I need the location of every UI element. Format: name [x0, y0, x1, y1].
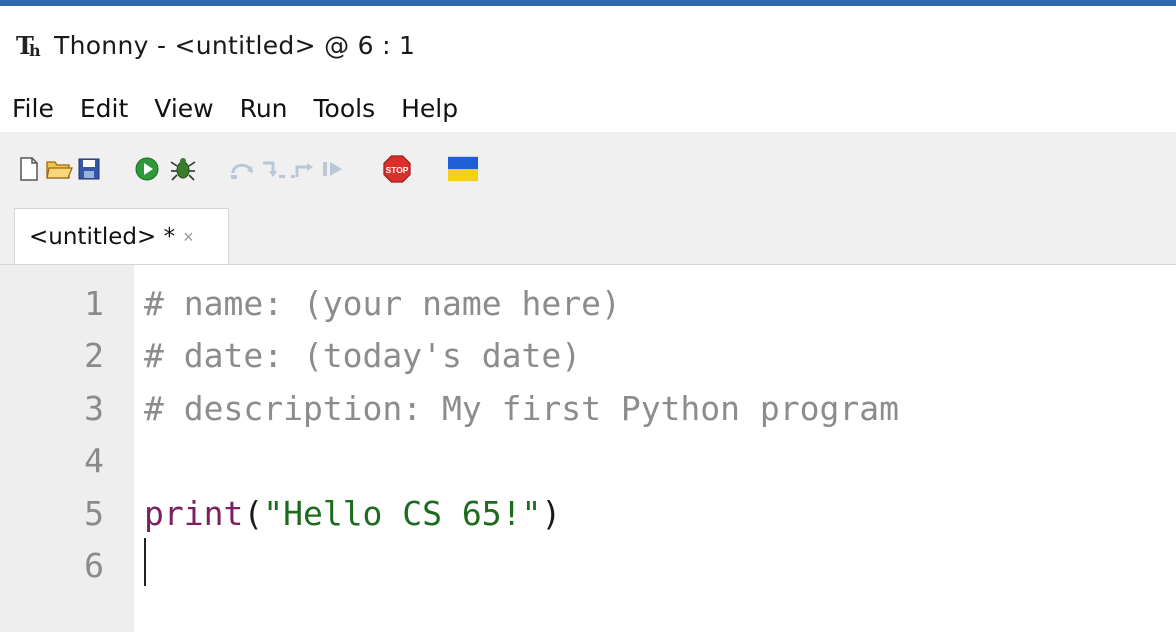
menu-file[interactable]: File [0, 94, 67, 123]
line-number: 2 [84, 336, 104, 376]
menu-bar: File Edit View Run Tools Help [0, 84, 1176, 132]
save-icon[interactable] [74, 154, 104, 184]
editor-tab-bar: <untitled> * × [0, 206, 1176, 265]
open-file-icon[interactable] [44, 154, 74, 184]
close-icon[interactable]: × [183, 227, 194, 248]
svg-text:h: h [29, 41, 41, 60]
ukraine-flag-icon[interactable] [448, 154, 478, 184]
comment-text: # description: My first Python program [144, 388, 899, 428]
step-over-icon[interactable] [228, 154, 258, 184]
menu-help[interactable]: Help [388, 94, 471, 123]
line-number: 1 [84, 283, 104, 323]
code-line: 3 # description: My first Python program [0, 382, 1176, 435]
comment-text: # name: (your name here) [144, 283, 621, 323]
new-file-icon[interactable] [14, 154, 44, 184]
line-number: 4 [84, 441, 104, 481]
resume-icon[interactable] [318, 154, 348, 184]
menu-tools[interactable]: Tools [301, 94, 389, 123]
tab-untitled[interactable]: <untitled> * × [14, 208, 229, 264]
toolbar: STOP [0, 132, 1176, 206]
close-paren: ) [541, 493, 562, 533]
step-into-icon[interactable] [258, 154, 288, 184]
run-icon[interactable] [132, 154, 162, 184]
code-line: 4 [0, 435, 1176, 488]
tab-label: <untitled> * [29, 223, 176, 250]
builtin-print: print [144, 493, 244, 533]
window-title: Thonny - <untitled> @ 6 : 1 [54, 30, 416, 60]
open-paren: ( [243, 493, 264, 533]
code-editor[interactable]: 1 # name: (your name here) 2 # date: (to… [0, 265, 1176, 632]
debug-icon[interactable] [168, 154, 198, 184]
text-cursor [144, 538, 146, 586]
menu-edit[interactable]: Edit [67, 94, 141, 123]
line-number: 5 [84, 493, 104, 533]
line-number: 6 [84, 546, 104, 586]
menu-view[interactable]: View [141, 94, 226, 123]
code-line: 5 print("Hello CS 65!") [0, 487, 1176, 540]
comment-text: # date: (today's date) [144, 336, 582, 376]
string-literal: "Hello CS 65!" [263, 493, 542, 533]
code-text: print("Hello CS 65!") [144, 494, 561, 533]
thonny-logo-icon: T h [16, 29, 48, 61]
step-out-icon[interactable] [288, 154, 318, 184]
svg-text:STOP: STOP [386, 165, 409, 175]
code-line: 1 # name: (your name here) [0, 277, 1176, 330]
code-line: 2 # date: (today's date) [0, 330, 1176, 383]
title-bar: T h Thonny - <untitled> @ 6 : 1 [0, 6, 1176, 84]
code-line: 6 [0, 540, 1176, 593]
line-number: 3 [84, 388, 104, 428]
menu-run[interactable]: Run [227, 94, 301, 123]
stop-icon[interactable]: STOP [382, 154, 412, 184]
